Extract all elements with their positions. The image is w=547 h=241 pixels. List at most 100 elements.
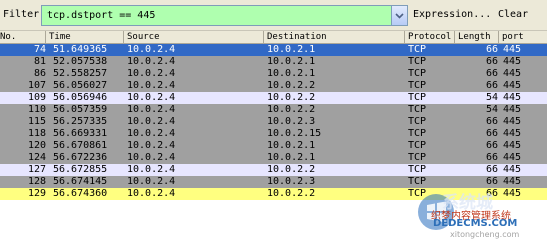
cell-port: 445 <box>503 56 522 67</box>
packet-row[interactable]: 124 56.672236 10.0.2.4 10.0.2.1 TCP 66 4… <box>0 152 547 164</box>
clear-button[interactable]: Clear <box>498 9 528 20</box>
column-header-protocol[interactable]: Protocol <box>405 31 455 43</box>
filter-label: Filter: <box>3 9 46 20</box>
cell-protocol: TCP <box>408 152 427 163</box>
packet-row[interactable]: 118 56.669331 10.0.2.4 10.0.2.15 TCP 66 … <box>0 128 547 140</box>
cell-protocol: TCP <box>408 56 427 67</box>
packet-row[interactable]: 127 56.672855 10.0.2.4 10.0.2.2 TCP 66 4… <box>0 164 547 176</box>
cell-source: 10.0.2.4 <box>127 92 176 103</box>
cell-port: 445 <box>503 176 522 187</box>
packet-list: 74 51.649365 10.0.2.4 10.0.2.1 TCP 66 44… <box>0 44 547 200</box>
cell-destination: 10.0.2.3 <box>267 116 316 127</box>
cell-protocol: TCP <box>408 116 427 127</box>
cell-time: 56.672236 <box>53 152 108 163</box>
cell-no: 109 <box>27 92 46 103</box>
expression-button[interactable]: Expression... <box>413 9 491 20</box>
cell-destination: 10.0.2.15 <box>267 128 322 139</box>
cell-no: 118 <box>27 128 46 139</box>
cell-length: 66 <box>485 176 498 187</box>
cell-source: 10.0.2.4 <box>127 152 176 163</box>
packet-row[interactable]: 74 51.649365 10.0.2.4 10.0.2.1 TCP 66 44… <box>0 44 547 56</box>
cell-length: 66 <box>485 116 498 127</box>
cell-time: 56.257335 <box>53 116 108 127</box>
cell-protocol: TCP <box>408 140 427 151</box>
cell-port: 445 <box>503 44 522 55</box>
column-header-destination[interactable]: Destination <box>264 31 405 43</box>
cell-port: 445 <box>503 164 522 175</box>
filter-history-dropdown[interactable] <box>391 5 408 26</box>
cell-port: 445 <box>503 80 522 91</box>
cell-protocol: TCP <box>408 188 427 199</box>
watermark-dede-en: DEDECMS.COM <box>433 218 518 229</box>
cell-time: 52.057538 <box>53 56 108 67</box>
cell-no: 115 <box>27 116 46 127</box>
cell-time: 56.056946 <box>53 92 108 103</box>
cell-protocol: TCP <box>408 128 427 139</box>
cell-source: 10.0.2.4 <box>127 176 176 187</box>
cell-destination: 10.0.2.1 <box>267 44 316 55</box>
cell-protocol: TCP <box>408 104 427 115</box>
cell-destination: 10.0.2.3 <box>267 176 316 187</box>
cell-no: 107 <box>27 80 46 91</box>
cell-length: 66 <box>485 68 498 79</box>
cell-port: 445 <box>503 68 522 79</box>
cell-destination: 10.0.2.2 <box>267 80 316 91</box>
cell-port: 445 <box>503 104 522 115</box>
packet-row[interactable]: 107 56.056027 10.0.2.4 10.0.2.2 TCP 66 4… <box>0 80 547 92</box>
cell-destination: 10.0.2.1 <box>267 68 316 79</box>
cell-destination: 10.0.2.2 <box>267 164 316 175</box>
packet-row[interactable]: 110 56.057359 10.0.2.4 10.0.2.2 TCP 54 4… <box>0 104 547 116</box>
packet-row[interactable]: 109 56.056946 10.0.2.4 10.0.2.2 TCP 54 4… <box>0 92 547 104</box>
cell-no: 129 <box>27 188 46 199</box>
cell-time: 56.670861 <box>53 140 108 151</box>
cell-length: 54 <box>485 104 498 115</box>
cell-protocol: TCP <box>408 44 427 55</box>
cell-no: 128 <box>27 176 46 187</box>
packet-row[interactable]: 86 52.558257 10.0.2.4 10.0.2.1 TCP 66 44… <box>0 68 547 80</box>
packet-row[interactable]: 129 56.674360 10.0.2.4 10.0.2.2 TCP 66 4… <box>0 188 547 200</box>
cell-no: 74 <box>33 44 46 55</box>
display-filter-input[interactable] <box>41 5 391 26</box>
cell-no: 124 <box>27 152 46 163</box>
cell-source: 10.0.2.4 <box>127 80 176 91</box>
packet-row[interactable]: 115 56.257335 10.0.2.4 10.0.2.3 TCP 66 4… <box>0 116 547 128</box>
cell-time: 56.674360 <box>53 188 108 199</box>
cell-source: 10.0.2.4 <box>127 164 176 175</box>
cell-no: 110 <box>27 104 46 115</box>
cell-no: 120 <box>27 140 46 151</box>
cell-protocol: TCP <box>408 80 427 91</box>
cell-time: 52.558257 <box>53 68 108 79</box>
column-header-time[interactable]: Time <box>46 31 124 43</box>
cell-length: 66 <box>485 164 498 175</box>
cell-destination: 10.0.2.2 <box>267 104 316 115</box>
filter-toolbar: Filter: Expression... Clear <box>0 0 547 31</box>
cell-length: 66 <box>485 44 498 55</box>
cell-port: 445 <box>503 92 522 103</box>
column-header-length[interactable]: Length <box>455 31 499 43</box>
cell-no: 127 <box>27 164 46 175</box>
packet-row[interactable]: 128 56.674145 10.0.2.4 10.0.2.3 TCP 66 4… <box>0 176 547 188</box>
packet-row[interactable]: 120 56.670861 10.0.2.4 10.0.2.1 TCP 66 4… <box>0 140 547 152</box>
packet-list-header: No. Time Source Destination Protocol Len… <box>0 31 547 44</box>
cell-no: 86 <box>33 68 46 79</box>
cell-source: 10.0.2.4 <box>127 188 176 199</box>
cell-time: 56.669331 <box>53 128 108 139</box>
column-header-no[interactable]: No. <box>0 31 46 43</box>
cell-length: 66 <box>485 188 498 199</box>
cell-source: 10.0.2.4 <box>127 140 176 151</box>
cell-time: 56.057359 <box>53 104 108 115</box>
cell-source: 10.0.2.4 <box>127 128 176 139</box>
cell-destination: 10.0.2.1 <box>267 152 316 163</box>
watermark-url: xitongcheng.com <box>450 230 520 239</box>
column-header-port[interactable]: port <box>499 31 547 43</box>
cell-source: 10.0.2.4 <box>127 116 176 127</box>
cell-source: 10.0.2.4 <box>127 104 176 115</box>
cell-source: 10.0.2.4 <box>127 44 176 55</box>
cell-time: 56.056027 <box>53 80 108 91</box>
cell-port: 445 <box>503 116 522 127</box>
cell-length: 66 <box>485 140 498 151</box>
cell-port: 445 <box>503 140 522 151</box>
packet-row[interactable]: 81 52.057538 10.0.2.4 10.0.2.1 TCP 66 44… <box>0 56 547 68</box>
cell-port: 445 <box>503 152 522 163</box>
column-header-source[interactable]: Source <box>124 31 264 43</box>
